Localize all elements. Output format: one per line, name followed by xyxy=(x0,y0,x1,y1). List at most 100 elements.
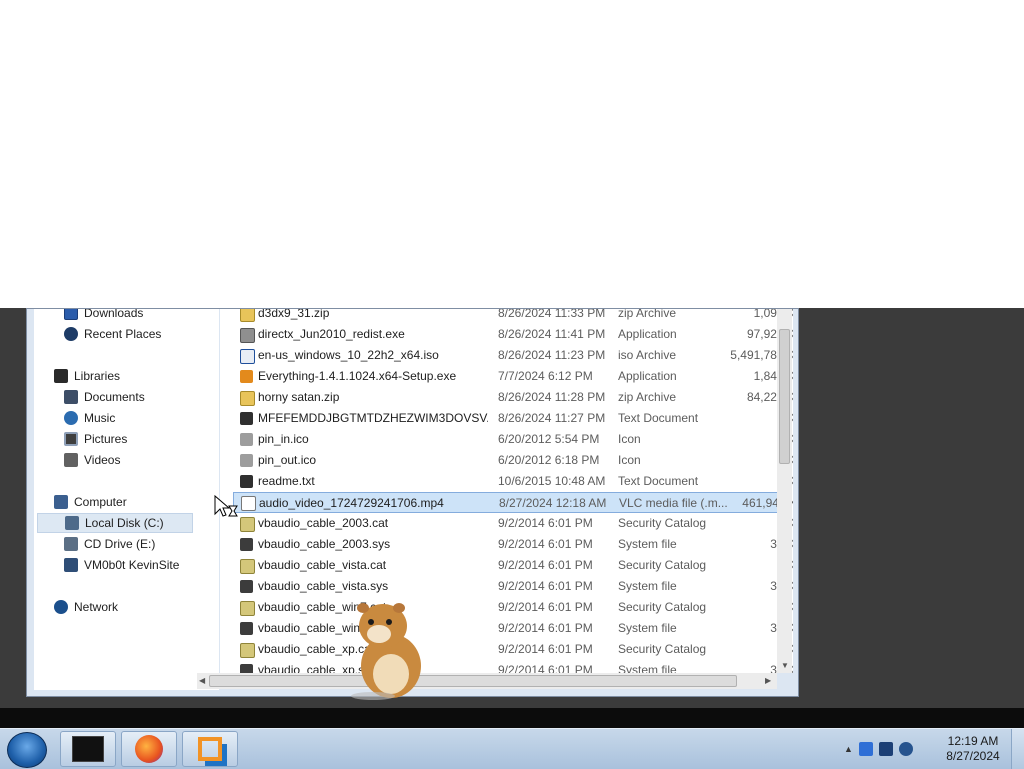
file-name: pin_out.ico xyxy=(258,453,317,467)
file-row[interactable]: horny satan.zip 8/26/2024 11:28 PM zip A… xyxy=(220,387,793,408)
file-row[interactable]: directx_Jun2010_redist.exe 8/26/2024 11:… xyxy=(220,324,793,345)
show-desktop-button[interactable] xyxy=(1011,729,1024,769)
nav-item-label: Libraries xyxy=(74,369,121,383)
file-name: vbaudio_cable_vista.sys xyxy=(258,579,389,593)
file-name: horny satan.zip xyxy=(258,390,340,404)
show-hidden-icons-chevron-icon[interactable]: ▲ xyxy=(844,744,853,754)
scroll-right-arrow-icon[interactable]: ▶ xyxy=(765,676,771,685)
nav-item-cd-drive[interactable]: CD Drive (E:) xyxy=(64,534,155,554)
catalog-icon xyxy=(240,601,255,616)
nav-item-label: Recent Places xyxy=(84,327,162,341)
file-date: 8/26/2024 11:28 PM xyxy=(498,390,606,404)
scroll-down-arrow-icon[interactable]: ▼ xyxy=(781,661,789,670)
file-date: 8/26/2024 11:23 PM xyxy=(498,348,606,362)
file-row[interactable]: Everything-1.4.1.1024.x64-Setup.exe 7/7/… xyxy=(220,366,793,387)
nav-item-label: CD Drive (E:) xyxy=(84,537,156,551)
nav-item-network[interactable]: Network xyxy=(54,597,118,617)
file-type: zip Archive xyxy=(618,390,677,404)
file-name: Everything-1.4.1.1024.x64-Setup.exe xyxy=(258,369,457,383)
horizontal-scroll-thumb[interactable] xyxy=(209,675,737,687)
nav-item-pictures[interactable]: Pictures xyxy=(64,429,127,449)
nav-item-recent-places[interactable]: Recent Places xyxy=(64,324,161,344)
downloads-icon xyxy=(64,309,78,320)
file-row[interactable]: vbaudio_cable_xp.sys 9/2/2014 6:01 PM Sy… xyxy=(220,660,793,673)
installer-icon xyxy=(240,328,255,343)
system-tray: ▲ xyxy=(844,735,913,763)
file-date: 8/26/2024 11:33 PM xyxy=(498,309,606,320)
file-name: vbaudio_cable_2003.sys xyxy=(258,537,391,551)
file-type: System file xyxy=(618,621,677,635)
file-row[interactable]: vbaudio_cable_2003.cat 9/2/2014 6:01 PM … xyxy=(220,513,793,534)
taskbar-command-prompt[interactable] xyxy=(60,731,116,767)
ico-file-icon xyxy=(240,433,253,446)
file-type: System file xyxy=(618,579,677,593)
nav-item-libraries[interactable]: Libraries xyxy=(54,366,120,386)
busy-cursor-icon xyxy=(214,494,238,517)
file-type: Text Document xyxy=(618,474,699,488)
iso-icon xyxy=(240,349,255,364)
action-center-flag-icon[interactable] xyxy=(858,742,873,756)
zip-icon xyxy=(240,309,255,322)
nav-item-videos[interactable]: Videos xyxy=(64,450,120,470)
clock-time: 12:19 AM xyxy=(947,734,999,748)
music-icon xyxy=(64,411,78,425)
file-date: 6/20/2012 6:18 PM xyxy=(498,453,600,467)
file-row[interactable]: vbaudio_cable_vista.cat 9/2/2014 6:01 PM… xyxy=(220,555,793,576)
file-row[interactable]: vbaudio_cable_vista.sys 9/2/2014 6:01 PM… xyxy=(220,576,793,597)
nav-item-label: Downloads xyxy=(84,309,144,320)
file-list: d3dx9_31.zip 8/26/2024 11:33 PM zip Arch… xyxy=(220,309,793,673)
nav-item-documents[interactable]: Documents xyxy=(64,387,145,407)
display-icon[interactable] xyxy=(878,742,893,756)
system-file-icon xyxy=(240,580,253,593)
volume-icon[interactable] xyxy=(898,742,913,756)
file-date: 9/2/2014 6:01 PM xyxy=(498,642,593,656)
ico-file-icon xyxy=(240,454,253,467)
file-row[interactable]: en-us_windows_10_22h2_x64.iso 8/26/2024 … xyxy=(220,345,793,366)
scroll-left-arrow-icon[interactable]: ◀ xyxy=(199,676,205,685)
horizontal-scrollbar[interactable]: ◀ ▶ xyxy=(197,673,777,689)
file-date: 9/2/2014 6:01 PM xyxy=(498,600,593,614)
vertical-scrollbar[interactable]: ▼ xyxy=(777,309,792,673)
file-date: 6/20/2012 5:54 PM xyxy=(498,432,600,446)
hamster-belly xyxy=(373,654,409,694)
file-type: VLC media file (.m... xyxy=(619,496,728,510)
file-row[interactable]: d3dx9_31.zip 8/26/2024 11:33 PM zip Arch… xyxy=(220,309,793,324)
system-file-icon xyxy=(240,664,253,673)
nav-item-label: Computer xyxy=(74,495,127,509)
catalog-icon xyxy=(240,559,255,574)
file-name: audio_video_1724729241706.mp4 xyxy=(259,496,444,510)
vertical-scroll-thumb[interactable] xyxy=(779,329,790,464)
nav-item-label: Videos xyxy=(84,453,121,467)
file-date: 9/2/2014 6:01 PM xyxy=(498,579,593,593)
hamster-ear xyxy=(393,603,405,613)
file-type: Security Catalog xyxy=(618,600,707,614)
nav-item-downloads[interactable]: Downloads xyxy=(64,309,143,323)
start-button[interactable] xyxy=(7,732,47,768)
firefox-icon xyxy=(135,735,163,763)
taskbar-firefox[interactable] xyxy=(121,731,177,767)
nav-item-music[interactable]: Music xyxy=(64,408,115,428)
file-date: 9/2/2014 6:01 PM xyxy=(498,621,593,635)
nav-item-local-disk[interactable]: Local Disk (C:) xyxy=(37,513,193,533)
file-row[interactable]: vbaudio_cable_win7.cat 9/2/2014 6:01 PM … xyxy=(220,597,793,618)
file-name: vbaudio_cable_vista.cat xyxy=(258,558,387,572)
taskbar-vmware[interactable] xyxy=(182,731,238,767)
network-icon xyxy=(54,600,68,614)
file-row[interactable]: vbaudio_cable_win7.sys 9/2/2014 6:01 PM … xyxy=(220,618,793,639)
file-row[interactable]: vbaudio_cable_2003.sys 9/2/2014 6:01 PM … xyxy=(220,534,793,555)
text-file-icon xyxy=(240,475,253,488)
clock[interactable]: 12:19 AM 8/27/2024 xyxy=(938,734,1008,764)
file-date: 8/27/2024 12:18 AM xyxy=(499,496,607,510)
file-type: Application xyxy=(618,369,677,383)
nav-item-label: Documents xyxy=(84,390,145,404)
file-row-selected[interactable]: audio_video_1724729241706.mp4 8/27/2024 … xyxy=(233,492,793,513)
file-row[interactable]: readme.txt 10/6/2015 10:48 AM Text Docum… xyxy=(220,471,793,492)
file-row[interactable]: MFEFEMDDJBGTMTDZHEZWIM3DOVSV... 8/26/202… xyxy=(220,408,793,429)
nav-item-network-drive[interactable]: VM0b0t KevinSite xyxy=(64,555,179,575)
file-row[interactable]: vbaudio_cable_xp.cat 9/2/2014 6:01 PM Se… xyxy=(220,639,793,660)
file-row[interactable]: pin_out.ico 6/20/2012 6:18 PM Icon 8 KB xyxy=(220,450,793,471)
nav-item-computer[interactable]: Computer xyxy=(54,492,127,512)
clock-date: 8/27/2024 xyxy=(946,749,1000,763)
file-row[interactable]: pin_in.ico 6/20/2012 5:54 PM Icon 8 KB xyxy=(220,429,793,450)
zip-icon xyxy=(240,391,255,406)
